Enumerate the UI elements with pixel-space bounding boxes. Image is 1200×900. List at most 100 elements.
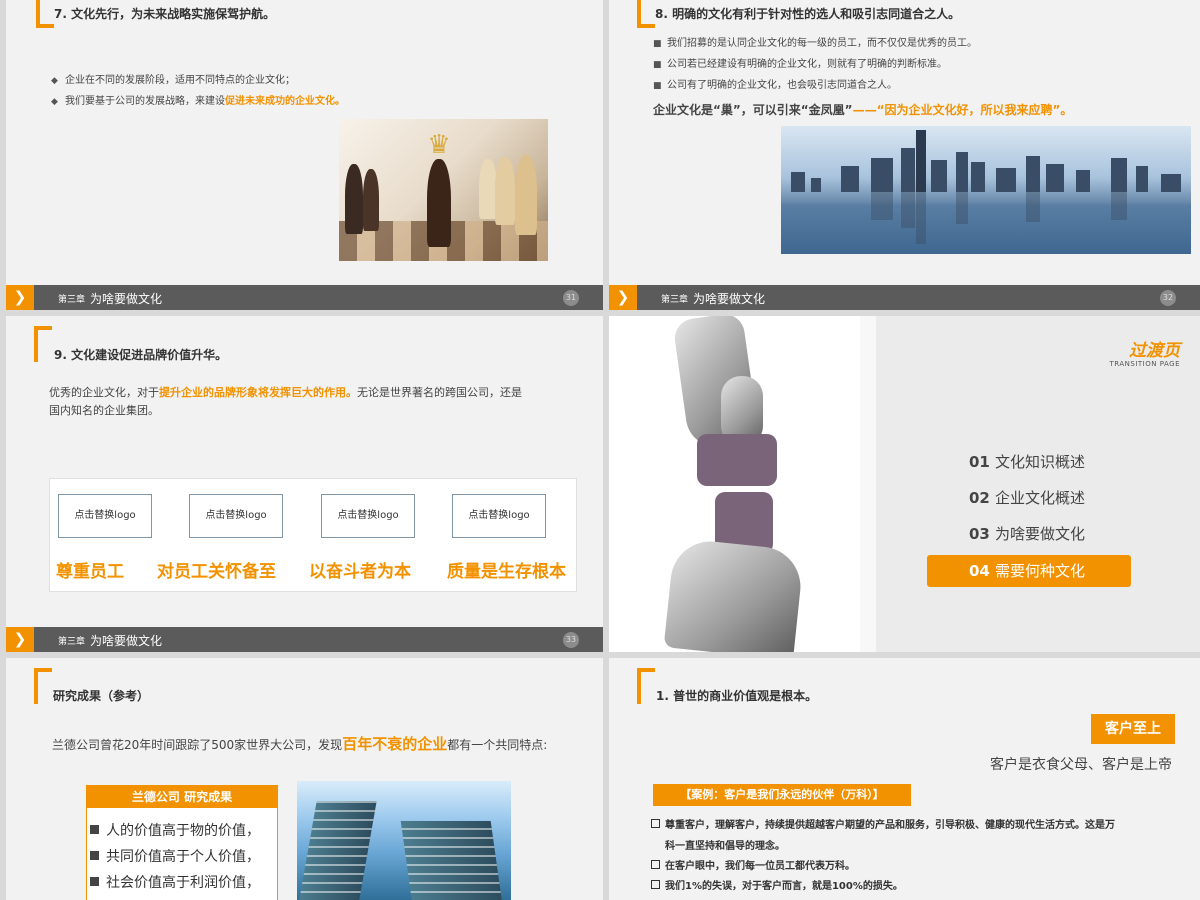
slide-33[interactable]: 9. 文化建设促进品牌价值升华。 优秀的企业文化，对于提升企业的品牌形象将发挥巨… [6,316,603,652]
paragraph-text: 国内知名的企业集团。 [49,404,159,417]
paragraph-text: 优秀的企业文化，对于 [49,386,159,399]
diamond-bullet-icon: ◆ [51,76,58,86]
paragraph-line: 优秀的企业文化，对于提升企业的品牌形象将发挥巨大的作用。无论是世界著名的跨国公司… [49,384,522,400]
title-bracket [637,0,655,28]
chapter-label: 第三章 [58,295,86,305]
city-skyline-image [781,126,1191,254]
title-bracket [34,668,52,704]
square-bullet-icon [90,877,99,886]
toc-label: 文化知识概述 [995,453,1086,471]
logo-placeholder[interactable]: 点击替换logo [189,494,283,538]
bullet-item: ◆ 我们要基于公司的发展战略，来建设促进未来成功的企业文化。 [51,92,345,107]
page-number: 31 [563,290,579,306]
glass-building [297,801,377,900]
chapter-title: 为啥要做文化 [90,292,163,306]
transition-title: 过渡页 [1129,341,1180,361]
case-line: 科一直坚持和倡导的理念。 [665,837,785,852]
value-label: 对员工关怀备至 [157,562,276,582]
logo-placeholder[interactable]: 点击替换logo [452,494,546,538]
case-text: 尊重客户，理解客户，持续提供超越客户期望的产品和服务，引导积极、健康的现代生活方… [665,820,1115,831]
chapter-title: 为啥要做文化 [90,634,163,648]
chapter-label: 第三章 [661,295,689,305]
checkbox-bullet-icon [651,880,660,889]
research-box-title: 兰德公司 研究成果 [87,786,277,808]
case-label: 【案例：客户是我们永远的伙伴（万科）】 [653,784,911,806]
pawn-piece [363,169,379,231]
toc-item[interactable]: 03 为啥要做文化 [927,518,1131,550]
square-bullet-icon: ■ [653,60,662,70]
title-bracket [36,0,54,28]
research-item-text: 人的价值高于物的价值， [106,823,260,839]
toc-label: 企业文化概述 [995,489,1086,507]
slide-34[interactable]: 过渡页 TRANSITION PAGE 01 文化知识概述 02 企业文化概述 03… [609,316,1200,652]
slide-title: 9. 文化建设促进品牌价值升华。 [54,348,228,362]
title-bracket [637,668,655,704]
research-item: 人的价值高于物的价值， [90,820,260,840]
case-text: 在客户眼中，我们每一位员工都代表万科。 [665,861,855,872]
toc-item-active[interactable]: 04 需要何种文化 [927,555,1131,587]
case-line: 我们1%的失误，对于客户而言，就是100%的损失。 [651,877,903,892]
title-bracket [34,326,52,362]
toc-number: 02 [969,489,990,507]
case-text: 我们1%的失误，对于客户而言，就是100%的损失。 [665,881,903,892]
value-label: 以奋斗者为本 [309,562,411,582]
toc-number: 04 [969,562,990,580]
bullet-text: 公司若已经建设有明确的企业文化，则就有了明确的判断标准。 [667,59,947,70]
transition-subtitle: TRANSITION PAGE [1109,360,1180,368]
chapter-title: 为啥要做文化 [693,292,766,306]
intro-text: 兰德公司曾花20年时间跟踪了500家世界大公司，发现 [52,738,343,752]
slide-31[interactable]: 7. 文化先行，为未来战略实施保驾护航。 ◆ 企业在不同的发展阶段，适用不同特点的… [6,0,603,310]
toc-number: 03 [969,525,990,543]
hands-puzzle-image [609,316,860,652]
case-line: 在客户眼中，我们每一位员工都代表万科。 [651,857,855,872]
checkbox-bullet-icon [651,819,660,828]
value-label: 尊重员工 [56,562,124,582]
quote-text: 企业文化是“巢”，可以引来“金凤凰” [653,103,853,117]
toc-label: 为啥要做文化 [995,525,1086,543]
bullet-item: ■ 公司有了明确的企业文化，也会吸引志同道合之人。 [653,76,897,91]
bullet-text: 我们要基于公司的发展战略，来建设 [65,96,225,107]
paragraph-line: 国内知名的企业集团。 [49,402,159,418]
bullet-text: 企业在不同的发展阶段，适用不同特点的企业文化； [65,75,295,86]
intro-text: 都有一个共同特点: [447,738,548,752]
chess-image: ♛ [339,119,548,261]
square-bullet-icon [90,851,99,860]
square-bullet-icon: ■ [653,81,662,91]
slide-36[interactable]: 1. 普世的商业价值观是根本。 客户至上 客户是衣食父母、客户是上帝 【案例：客… [609,658,1200,900]
chevron-right-icon: ❯ [609,285,637,310]
logo-placeholder[interactable]: 点击替换logo [58,494,152,538]
square-bullet-icon [90,825,99,834]
intro-line: 兰德公司曾花20年时间跟踪了500家世界大公司，发现百年不衰的企业都有一个共同特… [52,733,547,754]
intro-highlight: 百年不衰的企业 [342,735,448,753]
glass-tower-image [297,781,511,900]
slide-title: 研究成果（参考） [53,689,150,703]
slide-32[interactable]: 8. 明确的文化有利于针对性的选人和吸引志同道合之人。 ■ 我们招募的是认同企业文… [609,0,1200,310]
king-piece [427,159,451,247]
pawn-piece [345,164,363,234]
quote-highlight: ——“因为企业文化好，所以我来应聘”。 [852,103,1073,117]
slide-35[interactable]: 研究成果（参考） 兰德公司曾花20年时间跟踪了500家世界大公司，发现百年不衰的… [6,658,603,900]
chevron-right-icon: ❯ [6,285,34,310]
slide-footer: ❯ 第三章 为啥要做文化 32 [609,285,1200,310]
paragraph-highlight: 提升企业的品牌形象将发挥巨大的作用。 [159,386,357,399]
toc-item[interactable]: 02 企业文化概述 [927,482,1131,514]
bullet-item: ■ 我们招募的是认同企业文化的每一级的员工，而不仅仅是优秀的员工。 [653,34,977,49]
page-number: 32 [1160,290,1176,306]
tag-subtitle: 客户是衣食父母、客户是上帝 [990,757,1172,773]
quote-line: 企业文化是“巢”，可以引来“金凤凰”——“因为企业文化好，所以我来应聘”。 [653,101,1072,118]
puzzle-piece [697,434,777,486]
toc-label: 需要何种文化 [995,562,1086,580]
case-line: 尊重客户，理解客户，持续提供超越客户期望的产品和服务，引导积极、健康的现代生活方… [651,816,1115,831]
glass-building [400,821,504,900]
pawn-piece [515,155,537,235]
square-bullet-icon: ■ [653,39,662,49]
slide-footer: ❯ 第三章 为啥要做文化 33 [6,627,603,652]
bullet-highlight: 促进未来成功的企业文化。 [225,96,345,107]
slide-title: 1. 普世的商业价值观是根本。 [656,689,818,703]
page-number: 33 [563,632,579,648]
checkbox-bullet-icon [651,860,660,869]
toc-item[interactable]: 01 文化知识概述 [927,446,1131,478]
case-text: 科一直坚持和倡导的理念。 [665,841,785,852]
logo-placeholder[interactable]: 点击替换logo [321,494,415,538]
diamond-bullet-icon: ◆ [51,97,58,107]
